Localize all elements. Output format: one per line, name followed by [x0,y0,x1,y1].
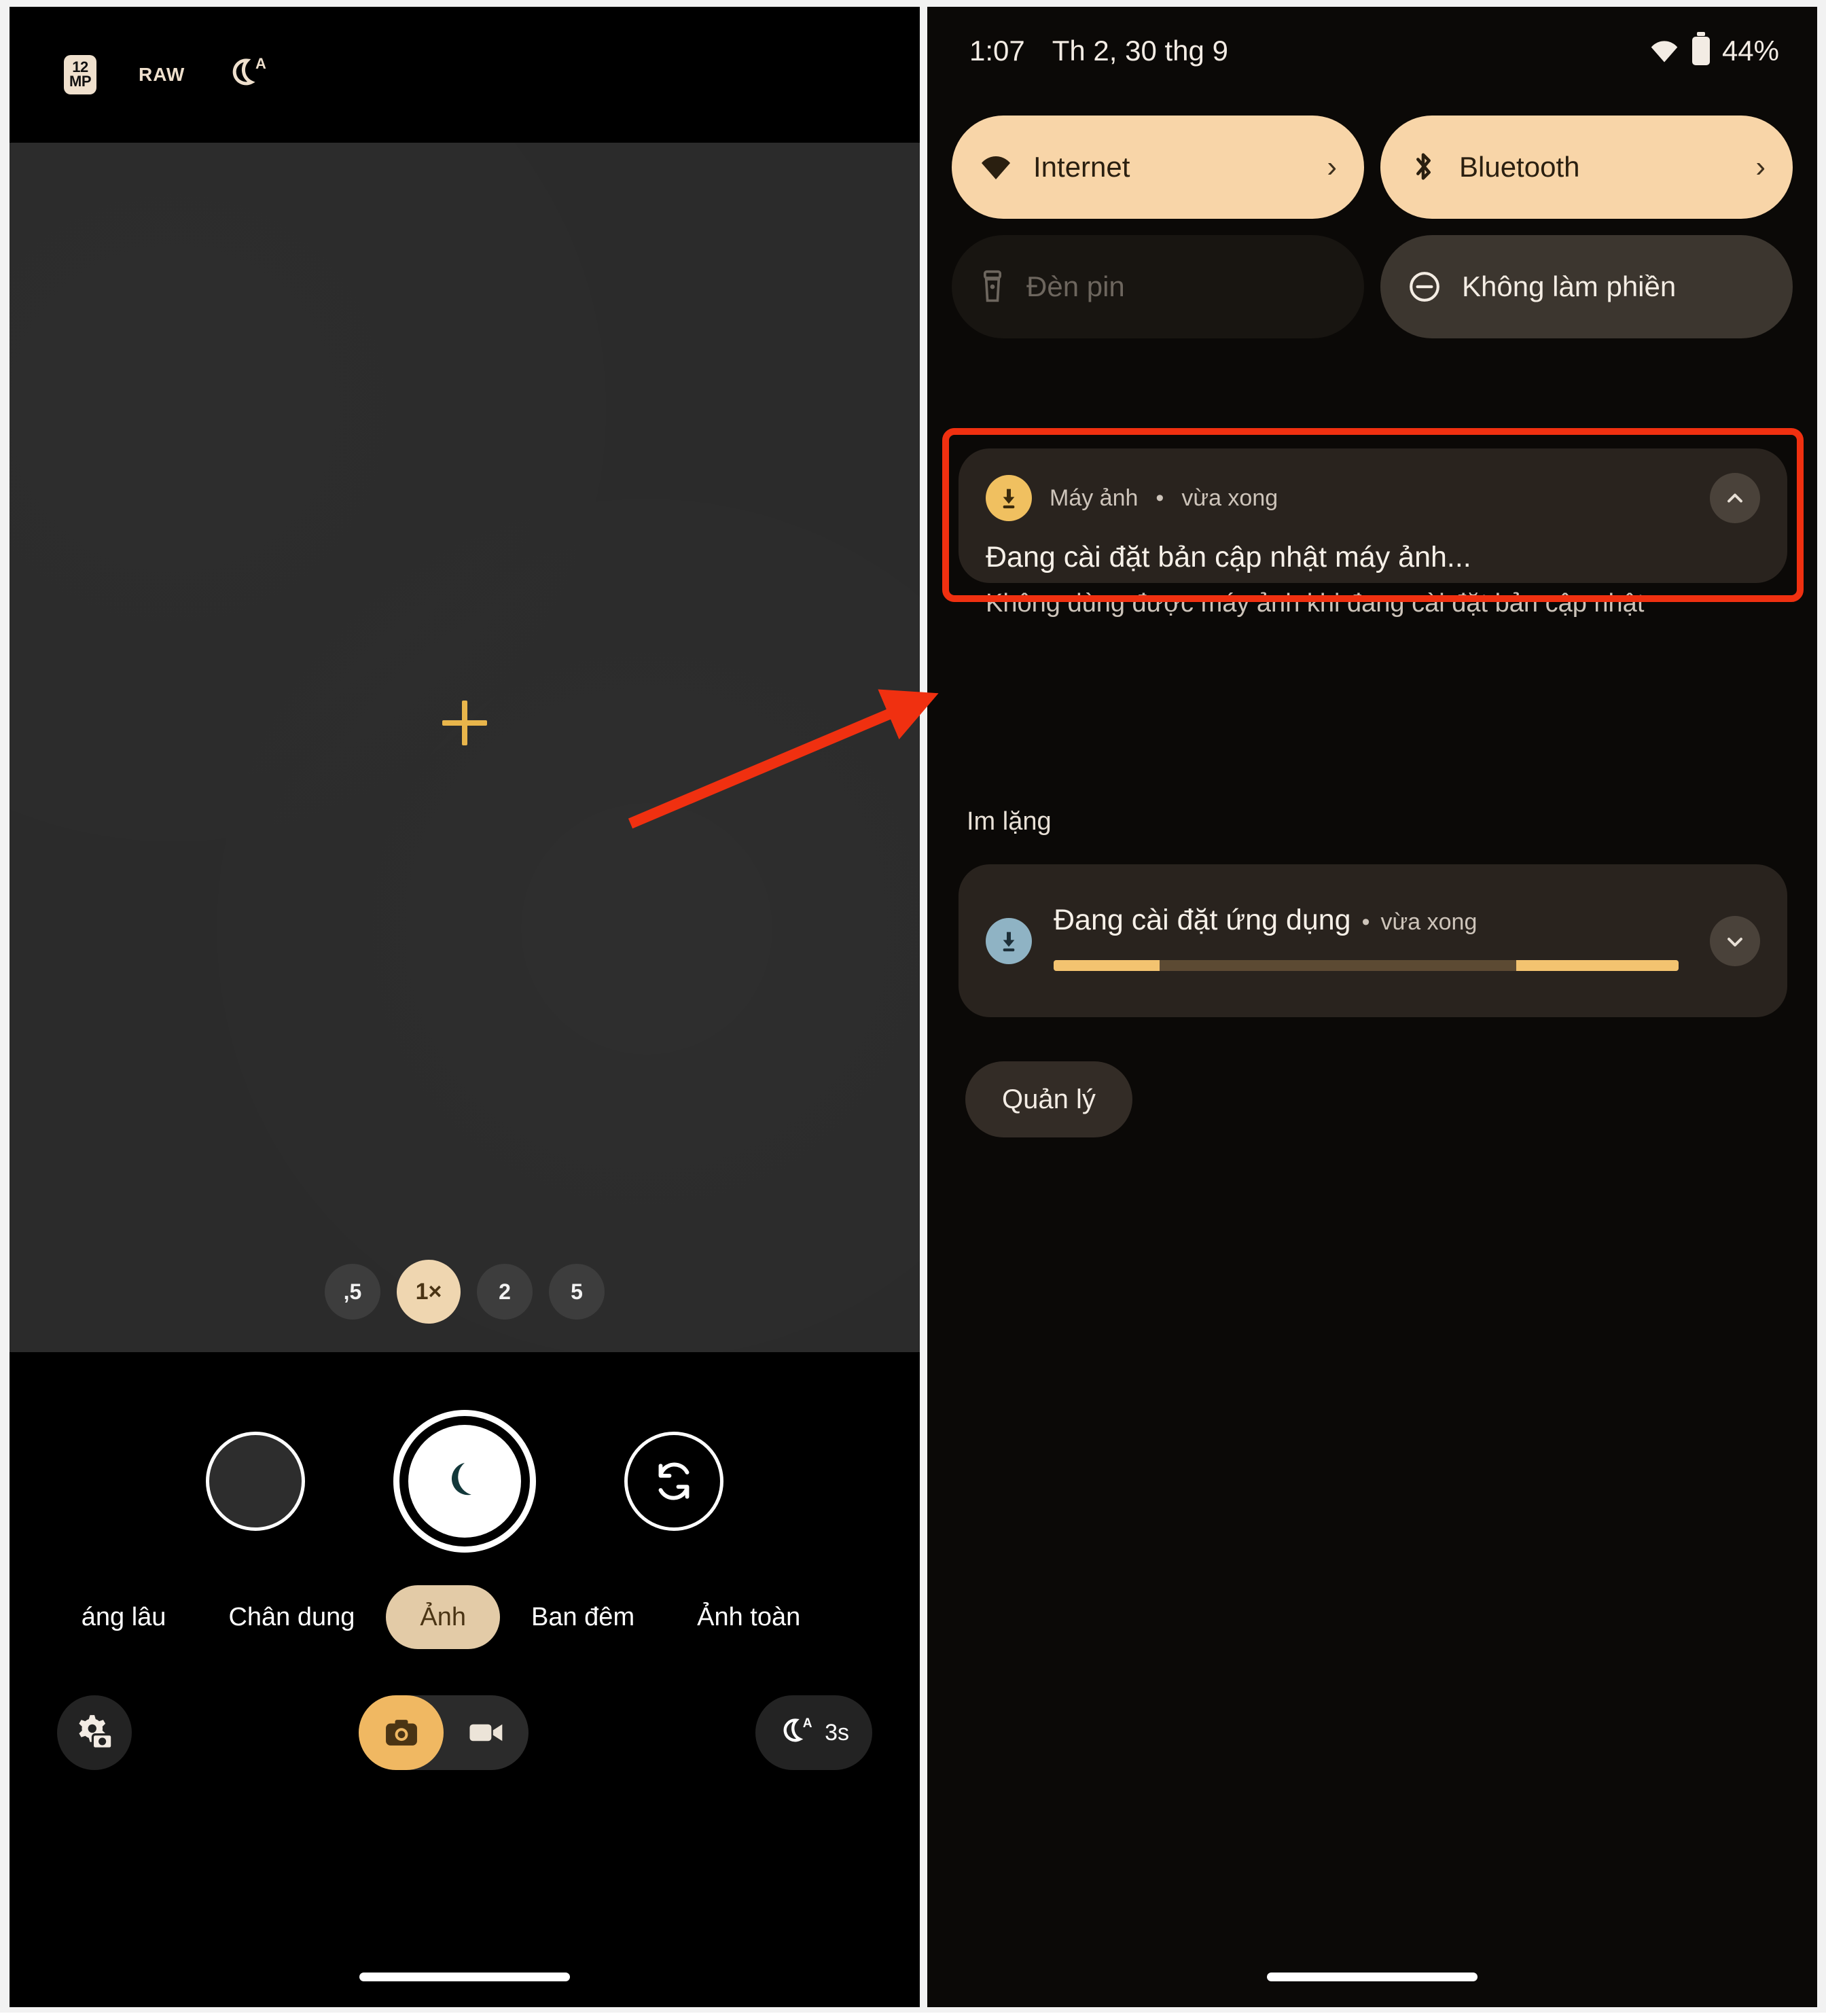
camera-app-screen: 12 MP RAW A ,5 1× 2 5 áng lâu Chân dung … [10,7,920,2007]
camera-mode-selector: áng lâu Chân dung Ảnh Ban đêm Ảnh toàn [10,1576,920,1658]
notification-separator: • [1156,484,1164,511]
screenshot-stage: 12 MP RAW A ,5 1× 2 5 áng lâu Chân dung … [0,0,1826,2013]
camera-settings-gear-icon [79,1715,113,1750]
qs-tile-flashlight[interactable]: Đèn pin [952,235,1364,338]
moon-icon [451,1462,471,1496]
qs-tile-do-not-disturb[interactable]: Không làm phiền [1380,235,1793,338]
mp-badge-bottom: MP [69,73,92,90]
qs-tile-bluetooth[interactable]: Bluetooth › [1380,116,1793,219]
silent-notification-time: vừa xong [1380,909,1478,935]
notification-time: vừa xong [1181,484,1278,511]
status-bar-right: 44% [1649,35,1779,67]
megapixel-badge-icon[interactable]: 12 MP [64,55,96,94]
wifi-icon [982,156,1010,179]
zoom-level-selector: ,5 1× 2 5 [10,1260,920,1324]
raw-mode-label[interactable]: RAW [139,64,185,86]
quick-settings-grid: Internet › Bluetooth › Đèn pin Không làm… [952,116,1793,338]
focus-crosshair-icon [442,701,487,746]
download-icon [986,475,1032,521]
night-timer-label: 3s [825,1719,849,1746]
status-bar-left: 1:07 Th 2, 30 thg 9 [969,35,1228,67]
silent-notification-title: Đang cài đặt ứng dụng [1054,904,1351,936]
zoom-button-3[interactable]: 5 [549,1264,605,1320]
chevron-right-icon[interactable]: › [1755,150,1766,184]
camera-flip-button[interactable] [624,1432,723,1531]
bluetooth-icon [1416,153,1431,180]
qs-label-internet: Internet [1033,151,1130,183]
qs-label-bluetooth: Bluetooth [1459,151,1580,183]
qs-tile-internet[interactable]: Internet › [952,116,1364,219]
manage-button[interactable]: Quản lý [965,1061,1132,1137]
progress-segment-2 [1516,960,1679,971]
camera-icon [385,1720,417,1746]
zoom-button-2[interactable]: 2 [477,1264,533,1320]
expand-chevron-down-icon[interactable] [1710,915,1760,966]
camera-mode-night[interactable]: Ban đêm [500,1604,666,1630]
camera-mode-portrait[interactable]: Chân dung [197,1604,386,1630]
home-gesture-pill[interactable] [1267,1973,1478,1981]
status-bar-date: Th 2, 30 thg 9 [1052,35,1228,67]
flashlight-icon [984,270,1001,302]
video-mode-toggle[interactable] [444,1695,529,1770]
camera-flip-icon [658,1462,690,1500]
shutter-row [10,1410,920,1553]
progress-segment-1 [1054,960,1160,971]
battery-percent: 44% [1721,35,1779,67]
camera-mode-long-exposure[interactable]: áng lâu [82,1604,198,1630]
notification-header: Máy ảnh • vừa xong [986,473,1760,523]
video-camera-icon [469,1724,502,1741]
notification-camera-update[interactable]: Máy ảnh • vừa xong Đang cài đặt bản cập … [959,448,1787,618]
camera-mode-panorama[interactable]: Ảnh toàn [666,1604,831,1630]
notification-app-install[interactable]: Đang cài đặt ứng dụng • vừa xong [959,864,1787,1017]
status-bar-time: 1:07 [969,35,1025,67]
camera-settings-button[interactable] [57,1695,132,1770]
photo-mode-toggle[interactable] [359,1695,444,1770]
download-icon [986,917,1032,964]
notification-app-name: Máy ảnh [1050,484,1139,511]
silent-section-label: Im lặng [967,807,1052,836]
silent-notification-separator: • [1361,909,1370,935]
camera-mode-track[interactable]: áng lâu Chân dung Ảnh Ban đêm Ảnh toàn [82,1585,831,1649]
camera-top-bar: 12 MP RAW A [10,7,920,143]
photo-video-toggle[interactable] [359,1695,529,1770]
collapse-chevron-up-icon[interactable] [1710,473,1760,523]
camera-footer-bar: A 3s [10,1672,920,1794]
notification-shade-screen: 1:07 Th 2, 30 thg 9 44% Internet › Bluet… [927,7,1817,2007]
camera-mode-photo[interactable]: Ảnh [386,1585,500,1649]
wifi-icon [1651,41,1678,63]
gallery-thumbnail[interactable] [206,1432,305,1531]
night-sight-timer-button[interactable]: A 3s [755,1695,872,1770]
home-gesture-pill[interactable] [359,1973,570,1981]
status-bar: 1:07 Th 2, 30 thg 9 44% [927,7,1817,95]
notification-body: Không dùng được máy ảnh khi đang cài đặt… [986,589,1645,618]
zoom-button-0[interactable]: ,5 [325,1264,380,1320]
camera-controls-area: áng lâu Chân dung Ảnh Ban đêm Ảnh toàn A… [10,1352,920,2007]
moon-auto-icon: A [783,1716,812,1742]
notification-title: Đang cài đặt bản cập nhật máy ảnh... [986,541,1471,573]
battery-icon [1691,37,1710,65]
camera-viewfinder[interactable]: ,5 1× 2 5 [10,143,920,1352]
svg-text:A: A [803,1716,812,1731]
do-not-disturb-icon [1410,272,1439,302]
qs-label-flashlight: Đèn pin [1026,270,1125,302]
chevron-right-icon[interactable]: › [1327,150,1337,184]
svg-text:A: A [255,55,266,72]
night-sight-auto-icon[interactable]: A [227,54,269,96]
shutter-button[interactable] [393,1410,536,1553]
zoom-button-1[interactable]: 1× [397,1260,461,1324]
install-progress-bar [1054,960,1679,971]
shutter-inner [408,1425,521,1538]
qs-label-do-not-disturb: Không làm phiền [1462,270,1677,302]
